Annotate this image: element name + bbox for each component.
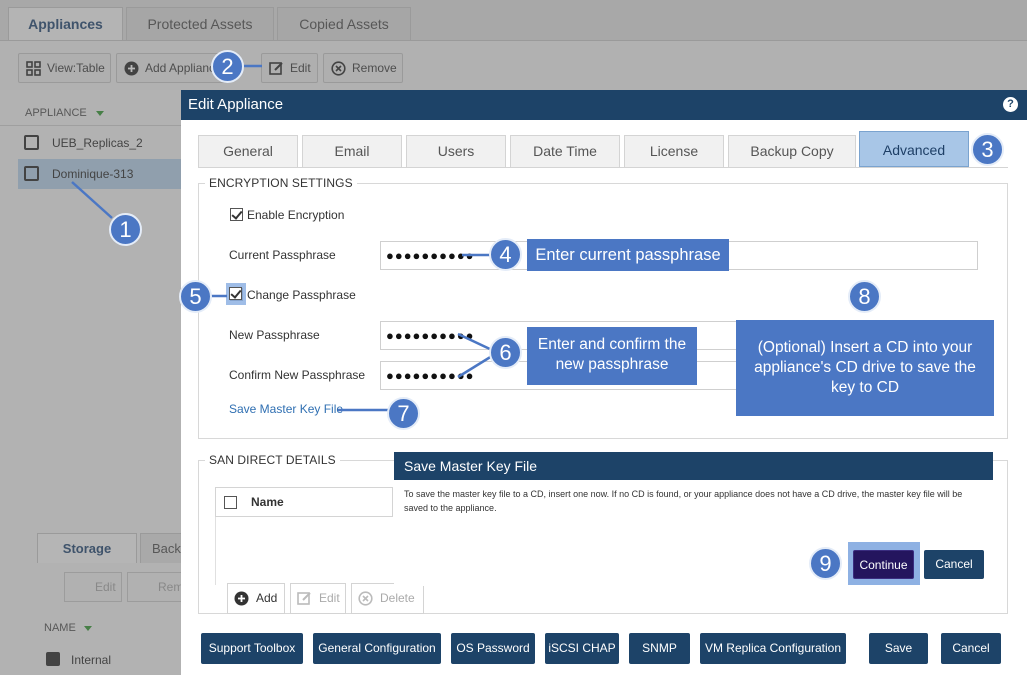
step-4-marker: 4 [489, 238, 522, 271]
step-6-marker: 6 [489, 336, 522, 369]
step-9-marker: 9 [809, 547, 842, 580]
step-1-marker: 1 [109, 213, 142, 246]
step-5-marker: 5 [179, 280, 212, 313]
step-8-marker: 8 [848, 280, 881, 313]
step-2-marker: 2 [211, 50, 244, 83]
step-7-marker: 7 [387, 397, 420, 430]
step-3-marker: 3 [971, 133, 1004, 166]
